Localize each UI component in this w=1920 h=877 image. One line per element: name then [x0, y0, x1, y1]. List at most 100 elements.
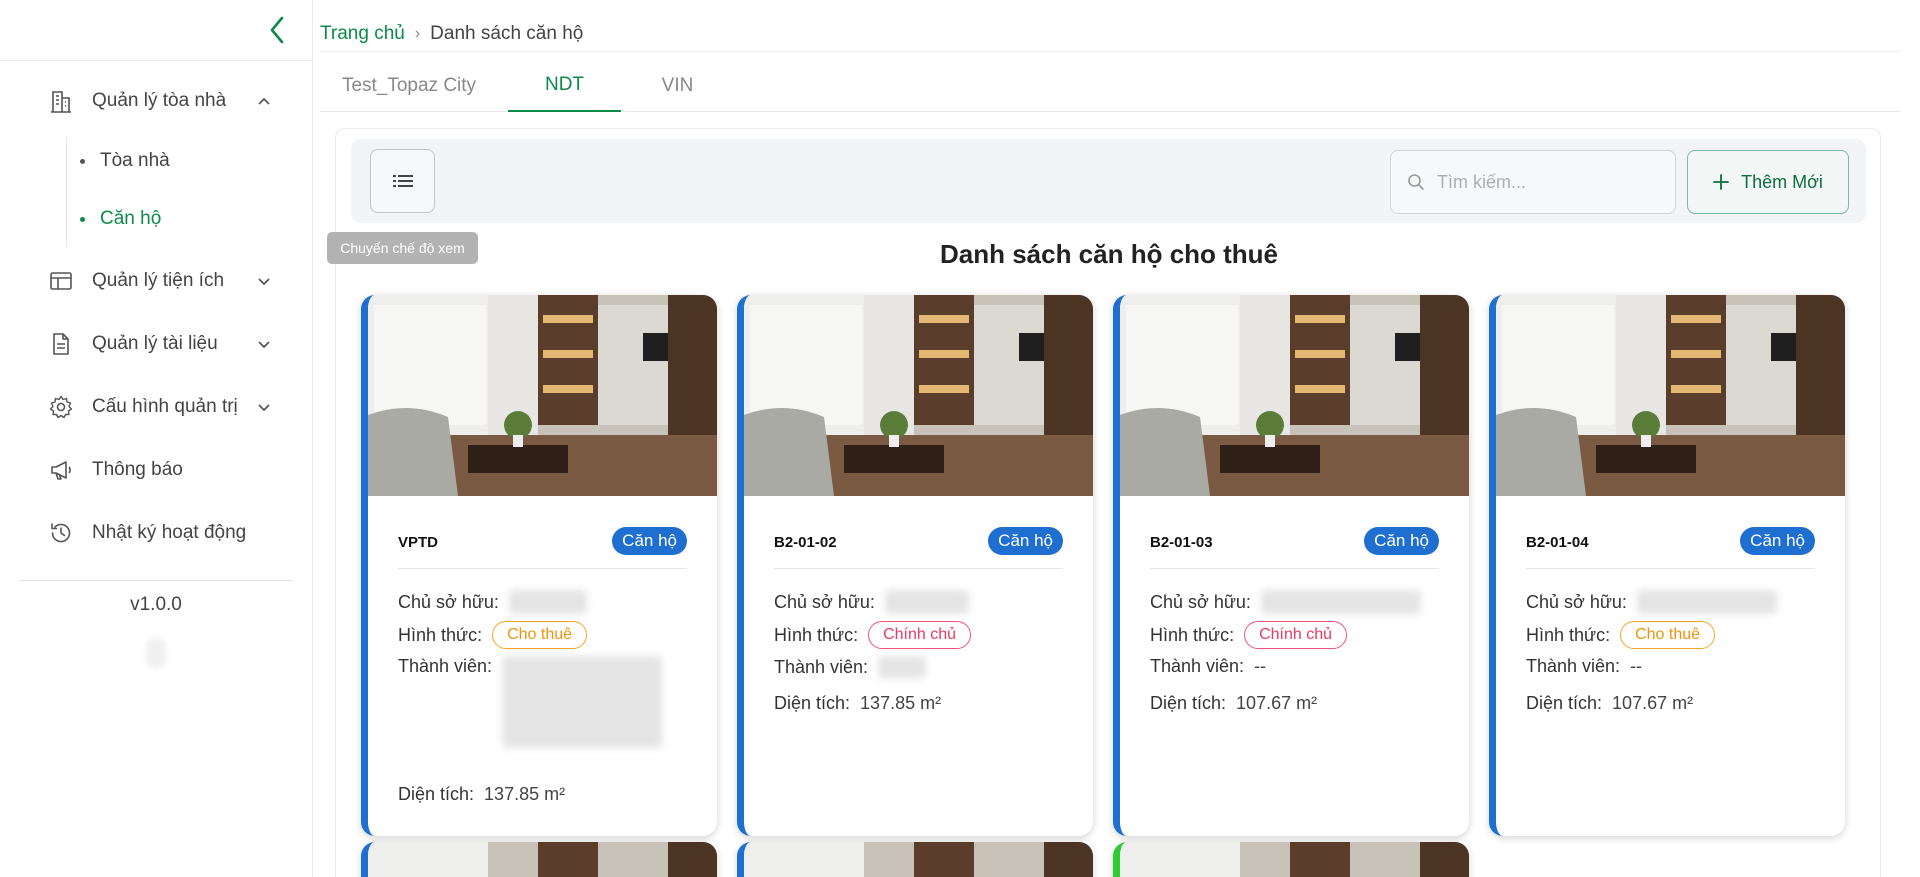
history-icon [51, 523, 71, 543]
area-value: 107.67 m² [1236, 693, 1318, 713]
nav-sub-apartment[interactable]: Căn hộ [0, 197, 312, 241]
apartment-photo [1120, 295, 1469, 496]
chevron-left-icon [270, 16, 284, 44]
nav-admin-config[interactable]: Cấu hình quản trị [0, 382, 312, 432]
main-content: Trang chủ › Danh sách căn hộ Test_Topaz … [314, 0, 1920, 877]
area-value: 137.85 m² [860, 693, 942, 713]
nav-sub-label: Căn hộ [100, 208, 162, 229]
area-row: Diện tích: 107.67 m² [1150, 693, 1317, 714]
members-value: -- [1630, 656, 1643, 676]
form-tag: Chính chủ [1244, 621, 1348, 649]
document-icon [53, 333, 69, 355]
owner-redacted [884, 590, 969, 614]
owner-label: Chủ sở hữu: [774, 591, 875, 612]
megaphone-icon [51, 461, 71, 480]
area-label: Diện tích: [774, 693, 851, 713]
owner-redacted [1636, 590, 1777, 614]
tab-test-topaz-city[interactable]: Test_Topaz City [320, 60, 498, 112]
members-label: Thành viên: [774, 656, 869, 677]
sidebar-header [0, 0, 312, 61]
apartment-photo [744, 295, 1093, 496]
search-icon [1408, 174, 1424, 190]
area-value: 137.85 m² [484, 784, 566, 804]
apartment-photo [368, 295, 717, 496]
members-row: Thành viên: -- [1526, 656, 1642, 677]
apartment-panel: Thêm Mới Danh sách căn hộ cho thuê [335, 128, 1881, 877]
area-row: Diện tích: 107.67 m² [1526, 693, 1693, 714]
owner-row: Chủ sở hữu: [774, 590, 969, 614]
nav-label: Quản lý tiện ích [92, 270, 225, 291]
tab-ndt[interactable]: NDT [508, 60, 621, 112]
breadcrumb: Trang chủ › Danh sách căn hộ [320, 22, 583, 46]
nav-notifications[interactable]: Thông báo [0, 445, 312, 495]
list-icon [392, 175, 413, 187]
apartment-card[interactable]: B2-01-04 Căn hộ Chủ sở hữu: Hình thức: C… [1489, 295, 1845, 836]
apartment-card-partial[interactable] [361, 842, 717, 877]
apartment-card-partial[interactable] [737, 842, 1093, 877]
nav-utility-management[interactable]: Quản lý tiện ích [0, 256, 312, 306]
members-row: Thành viên: [398, 656, 663, 748]
form-tag: Cho thuê [1620, 621, 1716, 649]
owner-row: Chủ sở hữu: [1150, 590, 1421, 614]
view-mode-toggle-button[interactable] [370, 149, 435, 213]
apartment-card-partial[interactable] [1113, 842, 1469, 877]
apartment-card[interactable]: B2-01-03 Căn hộ Chủ sở hữu: Hình thức: C… [1113, 295, 1469, 836]
card-divider [1150, 568, 1439, 569]
nav-document-management[interactable]: Quản lý tài liệu [0, 319, 312, 369]
sidebar: Quản lý tòa nhà Tòa nhà Căn hộ Quản lý t… [0, 0, 313, 877]
apartment-code: VPTD [398, 534, 439, 551]
nav-building-management[interactable]: Quản lý tòa nhà [0, 76, 312, 126]
nav-label: Cấu hình quản trị [92, 396, 238, 417]
breadcrumb-home-link[interactable]: Trang chủ [320, 23, 405, 45]
app-version: v1.0.0 [130, 594, 182, 615]
add-new-button[interactable]: Thêm Mới [1687, 150, 1849, 214]
owner-label: Chủ sở hữu: [1150, 591, 1251, 612]
layout-icon [50, 272, 72, 290]
chevron-down-icon [258, 341, 270, 349]
form-row: Hình thức: Chính chủ [774, 621, 972, 649]
card-body: B2-01-04 Căn hộ Chủ sở hữu: Hình thức: C… [1496, 496, 1845, 836]
apartment-photo [1496, 295, 1845, 496]
form-row: Hình thức: Cho thuê [1526, 621, 1716, 649]
members-value: -- [1254, 656, 1267, 676]
area-label: Diện tích: [1526, 693, 1603, 713]
owner-row: Chủ sở hữu: [1526, 590, 1777, 614]
apartment-type-badge: Căn hộ [1364, 527, 1439, 555]
breadcrumb-divider [320, 51, 1900, 52]
collapse-sidebar-button[interactable] [264, 14, 292, 46]
card-body: VPTD Căn hộ Chủ sở hữu: Hình thức: Cho t… [368, 496, 717, 836]
card-divider [774, 568, 1063, 569]
nav-activity-log[interactable]: Nhật ký hoạt động [0, 508, 312, 558]
search-input[interactable] [1437, 171, 1657, 193]
apartment-card[interactable]: B2-01-02 Căn hộ Chủ sở hữu: Hình thức: C… [737, 295, 1093, 836]
apartment-card[interactable]: VPTD Căn hộ Chủ sở hữu: Hình thức: Cho t… [361, 295, 717, 836]
form-label: Hình thức: [1526, 624, 1611, 645]
card-body: B2-01-02 Căn hộ Chủ sở hữu: Hình thức: C… [744, 496, 1093, 836]
owner-redacted [1260, 590, 1421, 614]
owner-label: Chủ sở hữu: [1526, 591, 1627, 612]
area-row: Diện tích: 137.85 m² [398, 784, 565, 805]
apartment-type-badge: Căn hộ [1740, 527, 1815, 555]
members-redacted [878, 656, 927, 678]
members-redacted [502, 656, 663, 748]
tab-vin[interactable]: VIN [621, 60, 734, 112]
nav-label: Nhật ký hoạt động [92, 522, 247, 543]
list-title: Danh sách căn hộ cho thuê [939, 239, 1279, 269]
apartment-code: B2-01-02 [774, 534, 837, 551]
owner-label: Chủ sở hữu: [398, 591, 499, 612]
owner-redacted [508, 590, 587, 614]
card-body: B2-01-03 Căn hộ Chủ sở hữu: Hình thức: C… [1120, 496, 1469, 836]
members-label: Thành viên: [1150, 656, 1245, 676]
members-row: Thành viên: [774, 656, 927, 678]
nav-label: Quản lý tài liệu [92, 333, 218, 354]
add-new-label: Thêm Mới [1741, 171, 1823, 192]
members-row: Thành viên: -- [1150, 656, 1266, 677]
form-tag: Chính chủ [868, 621, 972, 649]
form-label: Hình thức: [398, 624, 483, 645]
nav-sub-label: Tòa nhà [100, 150, 170, 171]
owner-row: Chủ sở hữu: [398, 590, 587, 614]
nav-sub-building[interactable]: Tòa nhà [0, 139, 312, 183]
form-label: Hình thức: [1150, 624, 1235, 645]
search-box [1390, 150, 1676, 214]
project-tabs: Test_Topaz City NDT VIN [320, 60, 1900, 112]
